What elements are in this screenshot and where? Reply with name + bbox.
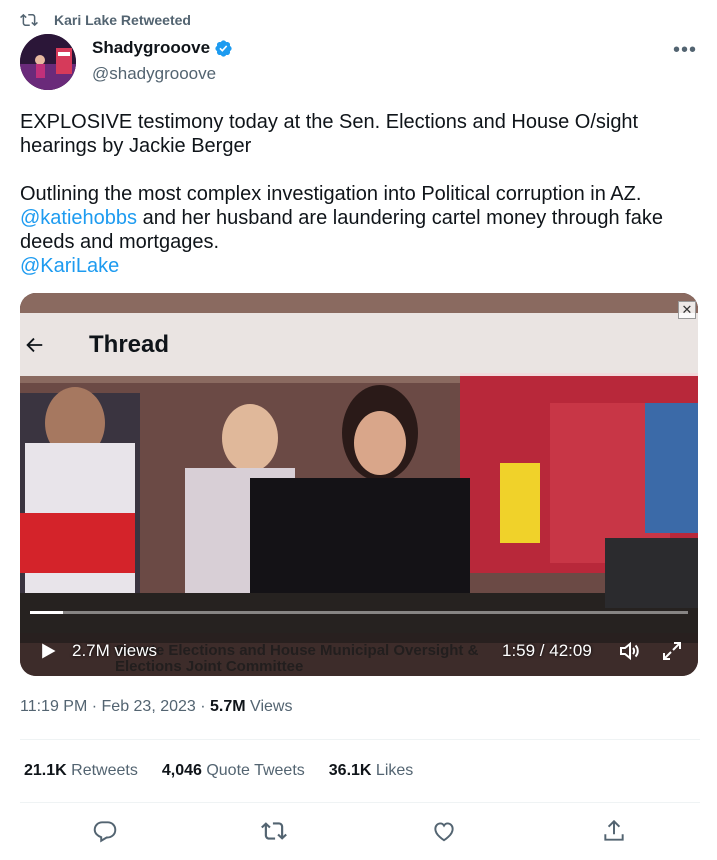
tweet-time[interactable]: 11:19 PM: [20, 698, 87, 715]
tweet-stats: 21.1K Retweets 4,046 Quote Tweets 36.1K …: [24, 762, 437, 780]
retweet-label: Kari Lake Retweeted: [54, 12, 191, 28]
video-player[interactable]: Thread ✕ Senate Elections and House Muni…: [20, 293, 698, 676]
share-icon[interactable]: [601, 818, 627, 844]
action-bar: [0, 818, 717, 848]
play-icon[interactable]: [38, 641, 58, 661]
author-handle[interactable]: @shadygrooove: [92, 64, 216, 84]
video-controls: 2.7M views 1:59 / 42:09: [20, 631, 698, 671]
retweets-count: 21.1K: [24, 762, 67, 779]
divider: [20, 739, 700, 740]
video-progress-fill: [30, 611, 63, 614]
thread-overlay-bar: Thread: [20, 313, 698, 376]
tweet-text: EXPLOSIVE testimony today at the Sen. El…: [20, 110, 700, 278]
likes-count: 36.1K: [328, 762, 372, 779]
mention-karilake[interactable]: @KariLake: [20, 255, 119, 277]
reply-icon[interactable]: [92, 818, 118, 844]
author-name-row[interactable]: Shadygrooove: [92, 38, 233, 58]
author-name[interactable]: Shadygrooove: [92, 38, 210, 58]
tweet-date[interactable]: Feb 23, 2023: [102, 698, 196, 715]
mention-katiehobbs[interactable]: @katiehobbs: [20, 207, 137, 229]
retweet-action-icon[interactable]: [261, 818, 287, 844]
view-count: 5.7M: [210, 698, 246, 715]
divider: [20, 802, 700, 803]
volume-icon[interactable]: [617, 639, 641, 663]
likes-label: Likes: [371, 762, 414, 779]
video-views: 2.7M views: [72, 641, 158, 660]
back-arrow-icon[interactable]: [23, 334, 45, 356]
retweets-stat[interactable]: 21.1K Retweets: [24, 762, 138, 780]
video-progress-bar[interactable]: [30, 611, 688, 614]
fullscreen-icon[interactable]: [660, 639, 684, 663]
quote-tweets-count: 4,046: [161, 762, 202, 779]
view-label: Views: [245, 698, 293, 715]
thread-title: Thread: [89, 330, 170, 358]
video-time: 1:59 / 42:09: [502, 641, 592, 660]
tweet-meta: 11:19 PM · Feb 23, 2023 · 5.7M Views: [20, 698, 292, 716]
meta-separator: ·: [195, 698, 211, 715]
tweet-line-2: Outlining the most complex investigation…: [20, 183, 642, 205]
retweets-label: Retweets: [66, 762, 138, 779]
retweet-indicator[interactable]: Kari Lake Retweeted: [20, 10, 191, 30]
quote-tweets-label: Quote Tweets: [201, 762, 305, 779]
like-icon[interactable]: [431, 818, 457, 844]
likes-stat[interactable]: 36.1K Likes: [329, 762, 414, 780]
verified-icon: [215, 39, 232, 57]
tweet-line-1: EXPLOSIVE testimony today at the Sen. El…: [20, 111, 644, 157]
close-icon[interactable]: ✕: [678, 301, 696, 319]
meta-separator: ·: [87, 698, 102, 715]
retweet-icon: [20, 13, 38, 27]
quote-tweets-stat[interactable]: 4,046 Quote Tweets: [162, 762, 305, 780]
more-icon[interactable]: •••: [673, 38, 697, 62]
avatar[interactable]: [20, 34, 76, 90]
